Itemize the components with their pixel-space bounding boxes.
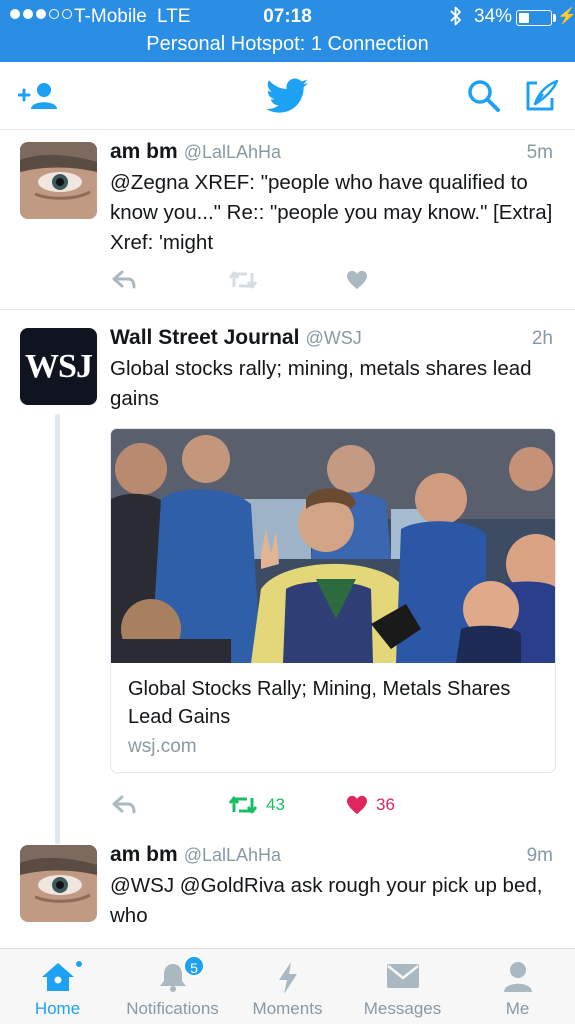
author-name[interactable]: am bm @LalLAhHa bbox=[110, 140, 281, 164]
timestamp: 5m bbox=[526, 142, 553, 163]
status-bar: T-Mobile LTE 07:18 34% ⚡ Personal Hotspo… bbox=[0, 0, 575, 62]
handle[interactable]: @LalLAhHa bbox=[184, 142, 281, 162]
display-name[interactable]: Wall Street Journal bbox=[110, 326, 299, 349]
tweet[interactable]: WSJ Wall Street Journal @WSJ 2h Global st… bbox=[0, 310, 575, 844]
author-name[interactable]: am bm @LalLAhHa bbox=[110, 843, 281, 867]
reply-button[interactable] bbox=[112, 795, 136, 815]
handle[interactable]: @LalLAhHa bbox=[184, 845, 281, 865]
retweet-button[interactable] bbox=[228, 270, 258, 290]
tab-label: Notifications bbox=[126, 999, 219, 1018]
avatar[interactable] bbox=[20, 845, 97, 922]
tab-label: Home bbox=[34, 999, 81, 1018]
status-row: T-Mobile LTE 07:18 34% ⚡ bbox=[0, 0, 575, 34]
card-image bbox=[111, 429, 555, 663]
tab-me[interactable]: Me bbox=[460, 949, 575, 1024]
heart-icon bbox=[347, 795, 367, 815]
retweet-count: 43 bbox=[266, 795, 285, 814]
retweet-button[interactable]: 43 bbox=[228, 795, 285, 815]
tweet-actions bbox=[110, 270, 550, 294]
like-count: 36 bbox=[376, 795, 395, 814]
search-icon[interactable] bbox=[467, 79, 501, 113]
timestamp: 9m bbox=[526, 845, 553, 866]
card-domain: wsj.com bbox=[128, 736, 197, 757]
twitter-bird-icon[interactable] bbox=[266, 78, 308, 114]
link-card[interactable]: Global Stocks Rally; Mining, Metals Shar… bbox=[110, 428, 556, 773]
display-name[interactable]: am bm bbox=[110, 843, 178, 866]
tab-messages[interactable]: Messages bbox=[345, 949, 460, 1024]
envelope-icon bbox=[386, 964, 419, 988]
tab-moments[interactable]: Moments bbox=[230, 949, 345, 1024]
add-user-icon[interactable] bbox=[18, 82, 58, 110]
display-name[interactable]: am bm bbox=[110, 140, 178, 163]
tab-home[interactable]: Home bbox=[0, 949, 115, 1024]
retweet-icon bbox=[228, 271, 258, 289]
tweet[interactable]: am bm @LalLAhHa 5m @Zegna XREF: "people w… bbox=[0, 130, 575, 310]
tweet[interactable]: am bm @LalLAhHa 9m @WSJ @GoldRiva ask rou… bbox=[0, 830, 575, 948]
avatar[interactable]: WSJ bbox=[20, 328, 97, 405]
retweet-icon bbox=[228, 796, 258, 814]
new-tweets-indicator bbox=[74, 959, 84, 969]
tweet-text: Global stocks rally; mining, metals shar… bbox=[110, 357, 532, 410]
tweet-actions: 43 36 bbox=[110, 795, 550, 819]
tab-notifications[interactable]: 5 Notifications bbox=[115, 949, 230, 1024]
heart-icon bbox=[347, 270, 367, 290]
notification-badge: 5 bbox=[183, 955, 205, 977]
reply-button[interactable] bbox=[112, 270, 136, 290]
nav-bar bbox=[0, 62, 575, 130]
tab-label: Moments bbox=[252, 999, 323, 1018]
card-title: Global Stocks Rally; Mining, Metals Shar… bbox=[128, 678, 511, 728]
timeline[interactable]: am bm @LalLAhHa 5m @Zegna XREF: "people w… bbox=[0, 130, 575, 948]
lightning-icon bbox=[278, 962, 297, 994]
battery-cap bbox=[553, 14, 556, 22]
tab-label: Me bbox=[505, 999, 530, 1018]
like-button[interactable] bbox=[346, 270, 368, 290]
timestamp: 2h bbox=[531, 328, 553, 349]
bluetooth-icon bbox=[450, 6, 461, 26]
handle[interactable]: @WSJ bbox=[305, 328, 361, 348]
tweet-text: @WSJ @GoldRiva ask rough your pick up be… bbox=[110, 874, 543, 927]
home-icon bbox=[41, 963, 74, 991]
avatar-logo: WSJ bbox=[25, 347, 93, 385]
avatar-photo bbox=[20, 142, 97, 219]
reply-icon bbox=[112, 270, 136, 289]
like-button[interactable]: 36 bbox=[346, 795, 395, 815]
avatar-photo bbox=[20, 845, 97, 922]
tab-bar: Home 5 Notifications Moments Messages Me bbox=[0, 948, 575, 1024]
compose-icon[interactable] bbox=[523, 78, 559, 114]
battery-icon bbox=[516, 10, 552, 26]
person-icon bbox=[503, 962, 532, 992]
charging-icon: ⚡ bbox=[557, 8, 575, 25]
tab-label: Messages bbox=[363, 999, 442, 1018]
hotspot-banner[interactable]: Personal Hotspot: 1 Connection bbox=[0, 33, 575, 56]
battery-level bbox=[519, 13, 529, 23]
reply-icon bbox=[112, 795, 136, 814]
tweet-text: @Zegna XREF: "people who have qualified … bbox=[110, 171, 553, 254]
thread-line bbox=[55, 414, 60, 844]
avatar[interactable] bbox=[20, 142, 97, 219]
battery-percent: 34% bbox=[474, 6, 513, 27]
author-name[interactable]: Wall Street Journal @WSJ bbox=[110, 326, 362, 350]
